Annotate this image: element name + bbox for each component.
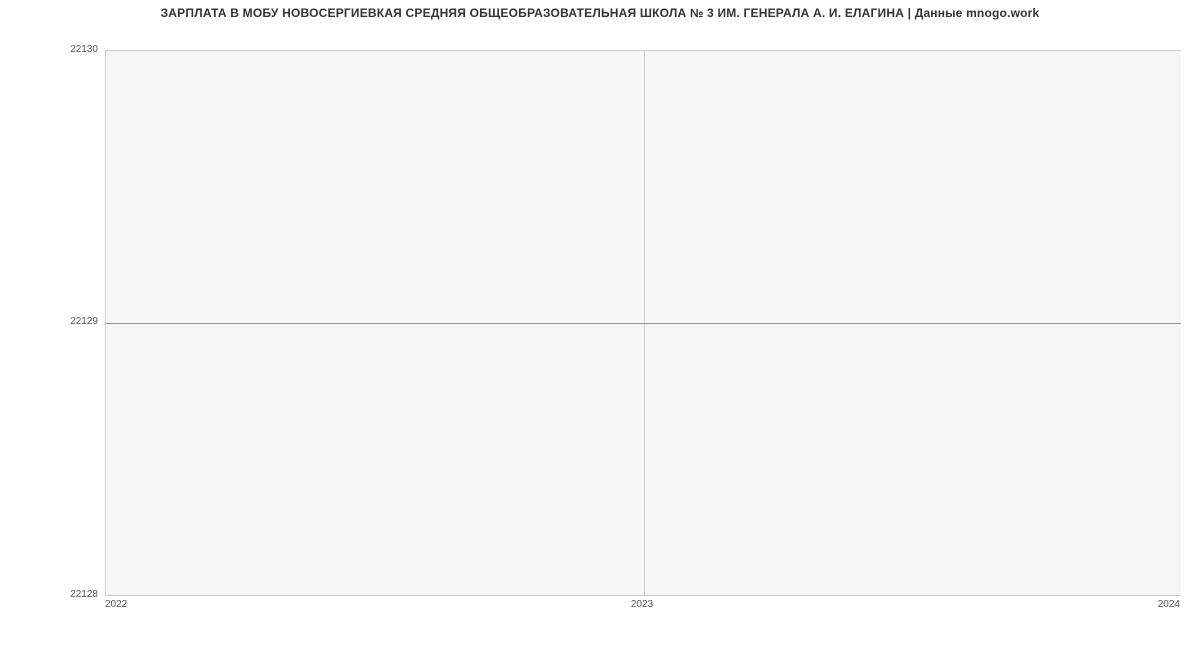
- y-tick-label: 22128: [38, 590, 98, 600]
- x-tick-label: 2023: [631, 600, 653, 610]
- x-tick-label: 2024: [1158, 600, 1180, 610]
- chart-title: ЗАРПЛАТА В МОБУ НОВОСЕРГИЕВКАЯ СРЕДНЯЯ О…: [0, 6, 1200, 20]
- y-tick-label: 22129: [38, 317, 98, 327]
- data-series-line: [106, 323, 1181, 324]
- gridline-horizontal: [106, 50, 1181, 51]
- x-tick-label: 2022: [105, 600, 127, 610]
- plot-area: [105, 50, 1181, 596]
- y-tick-label: 22130: [38, 45, 98, 55]
- chart-container: ЗАРПЛАТА В МОБУ НОВОСЕРГИЕВКАЯ СРЕДНЯЯ О…: [0, 0, 1200, 650]
